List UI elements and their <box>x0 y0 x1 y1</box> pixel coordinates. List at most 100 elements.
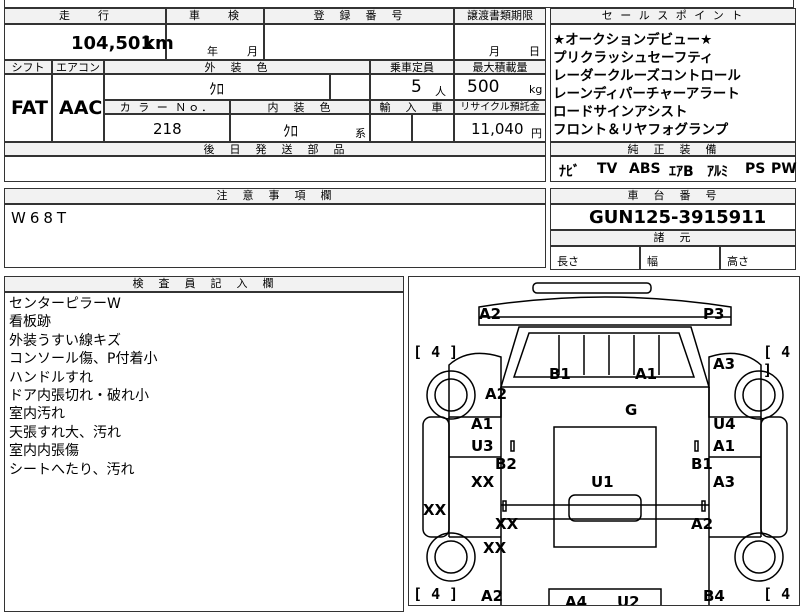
inspection-header: 車 検 <box>166 8 264 24</box>
maxload-value: 500 <box>467 77 500 97</box>
inspector-line: ドア内張切れ・破れ小 <box>9 388 149 405</box>
capacity-unit: 人 <box>435 85 446 98</box>
dims-length-label: 長さ <box>557 255 579 268</box>
capacity-header: 乗車定員 <box>370 60 454 74</box>
int-color-value: ｸﾛ <box>283 122 299 140</box>
mileage-cell: 104,501 km <box>4 24 174 60</box>
maxload-header: 最大積載量 <box>454 60 546 74</box>
ext-color-cell: ｸﾛ <box>104 74 330 100</box>
inspection-month-unit: 月 <box>247 45 258 58</box>
dims-width-cell: 幅 <box>640 246 720 270</box>
equip-item: ｴｱB <box>669 164 694 180</box>
shift-cell: FAT <box>4 74 52 142</box>
damage-mark: U4 <box>713 415 736 433</box>
damage-mark: P3 <box>703 305 725 323</box>
damage-mark: U1 <box>591 473 614 491</box>
sales-point-item: レーンディパーチャーアラート <box>553 86 740 102</box>
damage-mark: B4 <box>703 587 725 605</box>
equip-item: TV <box>597 161 618 177</box>
dims-length-cell: 長さ <box>550 246 640 270</box>
top-cut-row <box>4 0 794 8</box>
equip-item: ｱﾙﾐ <box>707 164 728 180</box>
notes-box: W68T <box>4 204 546 268</box>
import-cell-b <box>412 114 454 142</box>
mileage-value: 104,501 <box>71 33 153 54</box>
dims-header: 諸 元 <box>550 230 796 246</box>
inspector-line: 外装うすい線キズ <box>9 332 121 349</box>
int-color-header: 内 装 色 <box>230 100 370 114</box>
inspection-year-unit: 年 <box>207 45 218 58</box>
damage-mark: XX <box>423 501 447 519</box>
damage-mark: B2 <box>495 455 517 473</box>
damage-mark: G <box>625 401 638 419</box>
ext-color-header: 外 装 色 <box>104 60 370 74</box>
transfer-month-unit: 月 <box>489 45 500 58</box>
dims-height-cell: 高さ <box>720 246 796 270</box>
tire-tread-rl: [ 4 ] <box>413 585 459 603</box>
dims-width-label: 幅 <box>647 255 658 268</box>
sales-point-item: ロードサインアシスト <box>553 104 688 120</box>
equip-item: ﾅﾋﾞ <box>559 164 580 180</box>
inspector-line: 看板跡 <box>9 314 51 331</box>
inspector-line: 天張すれ大、汚れ <box>9 424 121 441</box>
colorno-value: 218 <box>153 120 182 138</box>
colorno-header: カ ラ ー Ｎｏ． <box>104 100 230 114</box>
chassis-header: 車 台 番 号 <box>550 188 796 204</box>
damage-mark: A2 <box>691 515 714 533</box>
recycle-unit: 円 <box>531 127 542 140</box>
sales-header: セ ー ル ス ポ イ ン ト <box>550 8 796 24</box>
maxload-cell: 500 kg <box>454 74 546 100</box>
damage-mark: A2 <box>481 587 504 605</box>
equip-header: 純 正 装 備 <box>550 142 796 156</box>
colorno-cell: 218 <box>104 114 230 142</box>
damage-mark: XX <box>495 515 519 533</box>
equip-item: PW <box>771 161 797 177</box>
inspector-line: 室内汚れ <box>9 406 65 423</box>
import-header: 輸 入 車 <box>370 100 454 114</box>
notes-header: 注 意 事 項 欄 <box>4 188 546 204</box>
aircon-value: AAC <box>59 97 103 119</box>
capacity-cell: 5 人 <box>370 74 454 100</box>
recycle-cell: 11,040 円 <box>454 114 546 142</box>
inspector-header: 検 査 員 記 入 欄 <box>4 276 404 292</box>
transfer-cell: 月 日 <box>454 24 546 60</box>
later-parts-cell <box>4 156 546 182</box>
recycle-value: 11,040 <box>471 120 524 138</box>
ext-color-suffix-cell <box>330 74 370 100</box>
tire-tread-fr: [ 4 ] <box>763 343 791 379</box>
transfer-header: 譲渡書類期限 <box>454 8 546 24</box>
tire-tread-fl: [ 4 ] <box>413 343 459 361</box>
equip-box: ﾅﾋﾞ TV ABS ｴｱB ｱﾙﾐ PS PW <box>550 156 797 182</box>
inspector-line: コンソール傷、P付着小 <box>9 351 158 368</box>
damage-mark: A2 <box>479 305 502 323</box>
chassis-value: GUN125-3915911 <box>589 207 767 228</box>
damage-mark: B1 <box>691 455 713 473</box>
chassis-box: GUN125-3915911 <box>550 204 796 230</box>
aircon-header: エアコン <box>52 60 104 74</box>
int-color-suffix: 系 <box>355 127 366 140</box>
sales-point-item: ★オークションデビュー★ <box>553 32 713 48</box>
reg-header: 登 録 番 号 <box>264 8 454 24</box>
sales-point-item: プリクラッシュセーフティ <box>553 50 714 66</box>
inspector-line: センターピラーW <box>9 296 121 312</box>
damage-mark: A1 <box>713 437 736 455</box>
damage-mark: XX <box>483 539 507 557</box>
inspector-box: センターピラーW 看板跡 外装うすい線キズ コンソール傷、P付着小 ハンドルすれ… <box>4 292 404 612</box>
tire-tread-rr: [ 4 ] <box>763 585 791 605</box>
equip-item: PS <box>745 161 766 177</box>
dims-height-label: 高さ <box>727 255 749 268</box>
equip-item: ABS <box>629 161 661 177</box>
recycle-header: リサイクル預託金 <box>454 100 546 114</box>
damage-mark: A3 <box>713 355 736 373</box>
shift-header: シフト <box>4 60 52 74</box>
aircon-cell: AAC <box>52 74 104 142</box>
inspector-line: 室内内張傷 <box>9 443 79 460</box>
damage-mark: A2 <box>485 385 508 403</box>
maxload-unit: kg <box>529 83 543 96</box>
sales-point-item: フロント＆リヤフォグランプ <box>553 122 729 138</box>
inspection-cell: 年 月 <box>166 24 264 60</box>
damage-mark: A1 <box>471 415 494 433</box>
int-color-cell: ｸﾛ 系 <box>230 114 370 142</box>
transfer-day-unit: 日 <box>529 45 540 58</box>
shift-value: FAT <box>11 97 48 119</box>
